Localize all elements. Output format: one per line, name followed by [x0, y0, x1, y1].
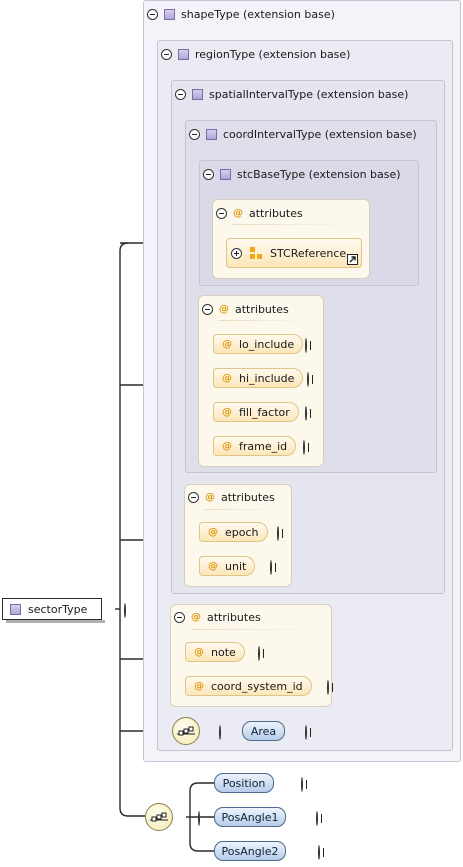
attribute-icon: @ [194, 680, 204, 692]
expand-toggle-icon[interactable] [327, 680, 329, 695]
extension-label: coordIntervalType (extension base) [223, 128, 417, 141]
expand-toggle-icon[interactable] [305, 338, 307, 353]
expand-toggle-icon[interactable] [318, 845, 320, 860]
expand-toggle-icon[interactable] [303, 440, 305, 455]
attribute-icon: @ [233, 208, 243, 219]
attribute-icon: @ [208, 560, 218, 572]
attribute-group-ref-stcreference[interactable]: STCReference [226, 238, 362, 268]
collapse-toggle-icon[interactable] [198, 811, 200, 826]
attribute-icon: @ [222, 372, 232, 384]
element-posangle2[interactable]: PosAngle2 [214, 841, 286, 861]
collapse-toggle-icon[interactable] [219, 725, 221, 740]
extension-label: spatialIntervalType (extension base) [209, 88, 409, 101]
root-element-sectortype[interactable]: sectorType [2, 598, 105, 623]
attributes-label: attributes [221, 491, 275, 504]
collapse-toggle-icon[interactable] [124, 603, 126, 618]
attributes-header: @ attributes [216, 207, 303, 220]
attribute-label: epoch [225, 525, 259, 539]
expand-toggle-icon[interactable] [277, 526, 279, 541]
attributes-label: attributes [235, 303, 289, 316]
attribute-fill-factor[interactable]: @ fill_factor [213, 402, 299, 422]
complex-type-icon [192, 89, 203, 100]
attribute-label: fill_factor [239, 405, 290, 419]
attribute-icon: @ [222, 406, 232, 418]
collapse-toggle-icon[interactable] [202, 304, 213, 315]
root-label: sectorType [28, 602, 88, 616]
element-label: Area [250, 724, 277, 738]
extension-label: shapeType (extension base) [181, 8, 335, 21]
attribute-label: frame_id [239, 439, 288, 453]
spatial-interval-type-header: spatialIntervalType (extension base) [175, 88, 408, 101]
attribute-label: note [211, 645, 236, 659]
attributes-header: @ attributes [202, 303, 289, 316]
expand-toggle-icon[interactable] [307, 372, 309, 387]
collapse-toggle-icon[interactable] [174, 612, 185, 623]
expand-toggle-icon[interactable] [316, 811, 318, 826]
region-type-header: regionType (extension base) [161, 48, 350, 61]
attribute-icon: @ [222, 440, 232, 452]
attribute-note[interactable]: @ note [185, 642, 245, 662]
attribute-icon: @ [205, 492, 215, 503]
attribute-hi-include[interactable]: @ hi_include [213, 368, 304, 388]
complex-type-icon [178, 49, 189, 60]
element-area[interactable]: Area [242, 721, 285, 741]
collapse-toggle-icon[interactable] [203, 169, 214, 180]
expand-toggle-icon[interactable] [258, 646, 260, 661]
collapse-toggle-icon[interactable] [216, 208, 227, 219]
collapse-toggle-icon[interactable] [147, 9, 158, 20]
element-label: PosAngle2 [221, 844, 279, 858]
attribute-epoch[interactable]: @ epoch [199, 522, 268, 542]
element-label: Position [222, 776, 266, 790]
attributes-label: attributes [249, 207, 303, 220]
coord-interval-type-header: coordIntervalType (extension base) [189, 128, 417, 141]
attributes-header: @ attributes [188, 491, 275, 504]
attribute-unit[interactable]: @ unit [199, 556, 256, 576]
attribute-label: lo_include [239, 337, 295, 351]
attribute-label: unit [225, 559, 247, 573]
attribute-icon: @ [194, 646, 204, 658]
extension-label: regionType (extension base) [195, 48, 351, 61]
collapse-toggle-icon[interactable] [175, 89, 186, 100]
complex-type-icon [164, 9, 175, 20]
element-posangle1[interactable]: PosAngle1 [214, 807, 286, 827]
attribute-icon: @ [208, 526, 218, 538]
attribute-label: STCReference [270, 246, 347, 260]
expand-toggle-icon[interactable] [231, 247, 242, 259]
sequence-compositor-icon[interactable] [172, 717, 200, 745]
sequence-glyph [150, 812, 168, 822]
expand-toggle-icon[interactable] [305, 406, 307, 421]
attribute-lo-include[interactable]: @ lo_include [213, 334, 304, 354]
element-position[interactable]: Position [214, 773, 274, 793]
expand-toggle-icon[interactable] [305, 725, 307, 740]
attributes-header: @ attributes [174, 611, 261, 624]
attribute-label: hi_include [239, 371, 295, 385]
collapse-toggle-icon[interactable] [189, 129, 200, 140]
sequence-compositor-icon[interactable] [145, 803, 173, 831]
sequence-glyph [177, 726, 195, 736]
expand-toggle-icon[interactable] [301, 777, 303, 792]
link-arrow-icon[interactable] [347, 254, 358, 265]
attribute-icon: @ [191, 612, 201, 623]
extension-label: stcBaseType (extension base) [237, 168, 401, 181]
expand-toggle-icon[interactable] [270, 560, 272, 575]
complex-type-icon [206, 129, 217, 140]
attribute-icon: @ [222, 338, 232, 350]
shape-type-header: shapeType (extension base) [147, 8, 335, 21]
complex-type-icon [10, 603, 21, 615]
attribute-group-reference-icon [250, 247, 262, 259]
attribute-label: coord_system_id [211, 679, 303, 693]
collapse-toggle-icon[interactable] [188, 492, 199, 503]
collapse-toggle-icon[interactable] [161, 49, 172, 60]
stc-base-type-header: stcBaseType (extension base) [203, 168, 401, 181]
attribute-icon: @ [219, 304, 229, 315]
attributes-label: attributes [207, 611, 261, 624]
attribute-coord-system-id[interactable]: @ coord_system_id [185, 676, 312, 696]
attribute-frame-id[interactable]: @ frame_id [213, 436, 297, 456]
element-label: PosAngle1 [221, 810, 279, 824]
complex-type-icon [220, 169, 231, 180]
